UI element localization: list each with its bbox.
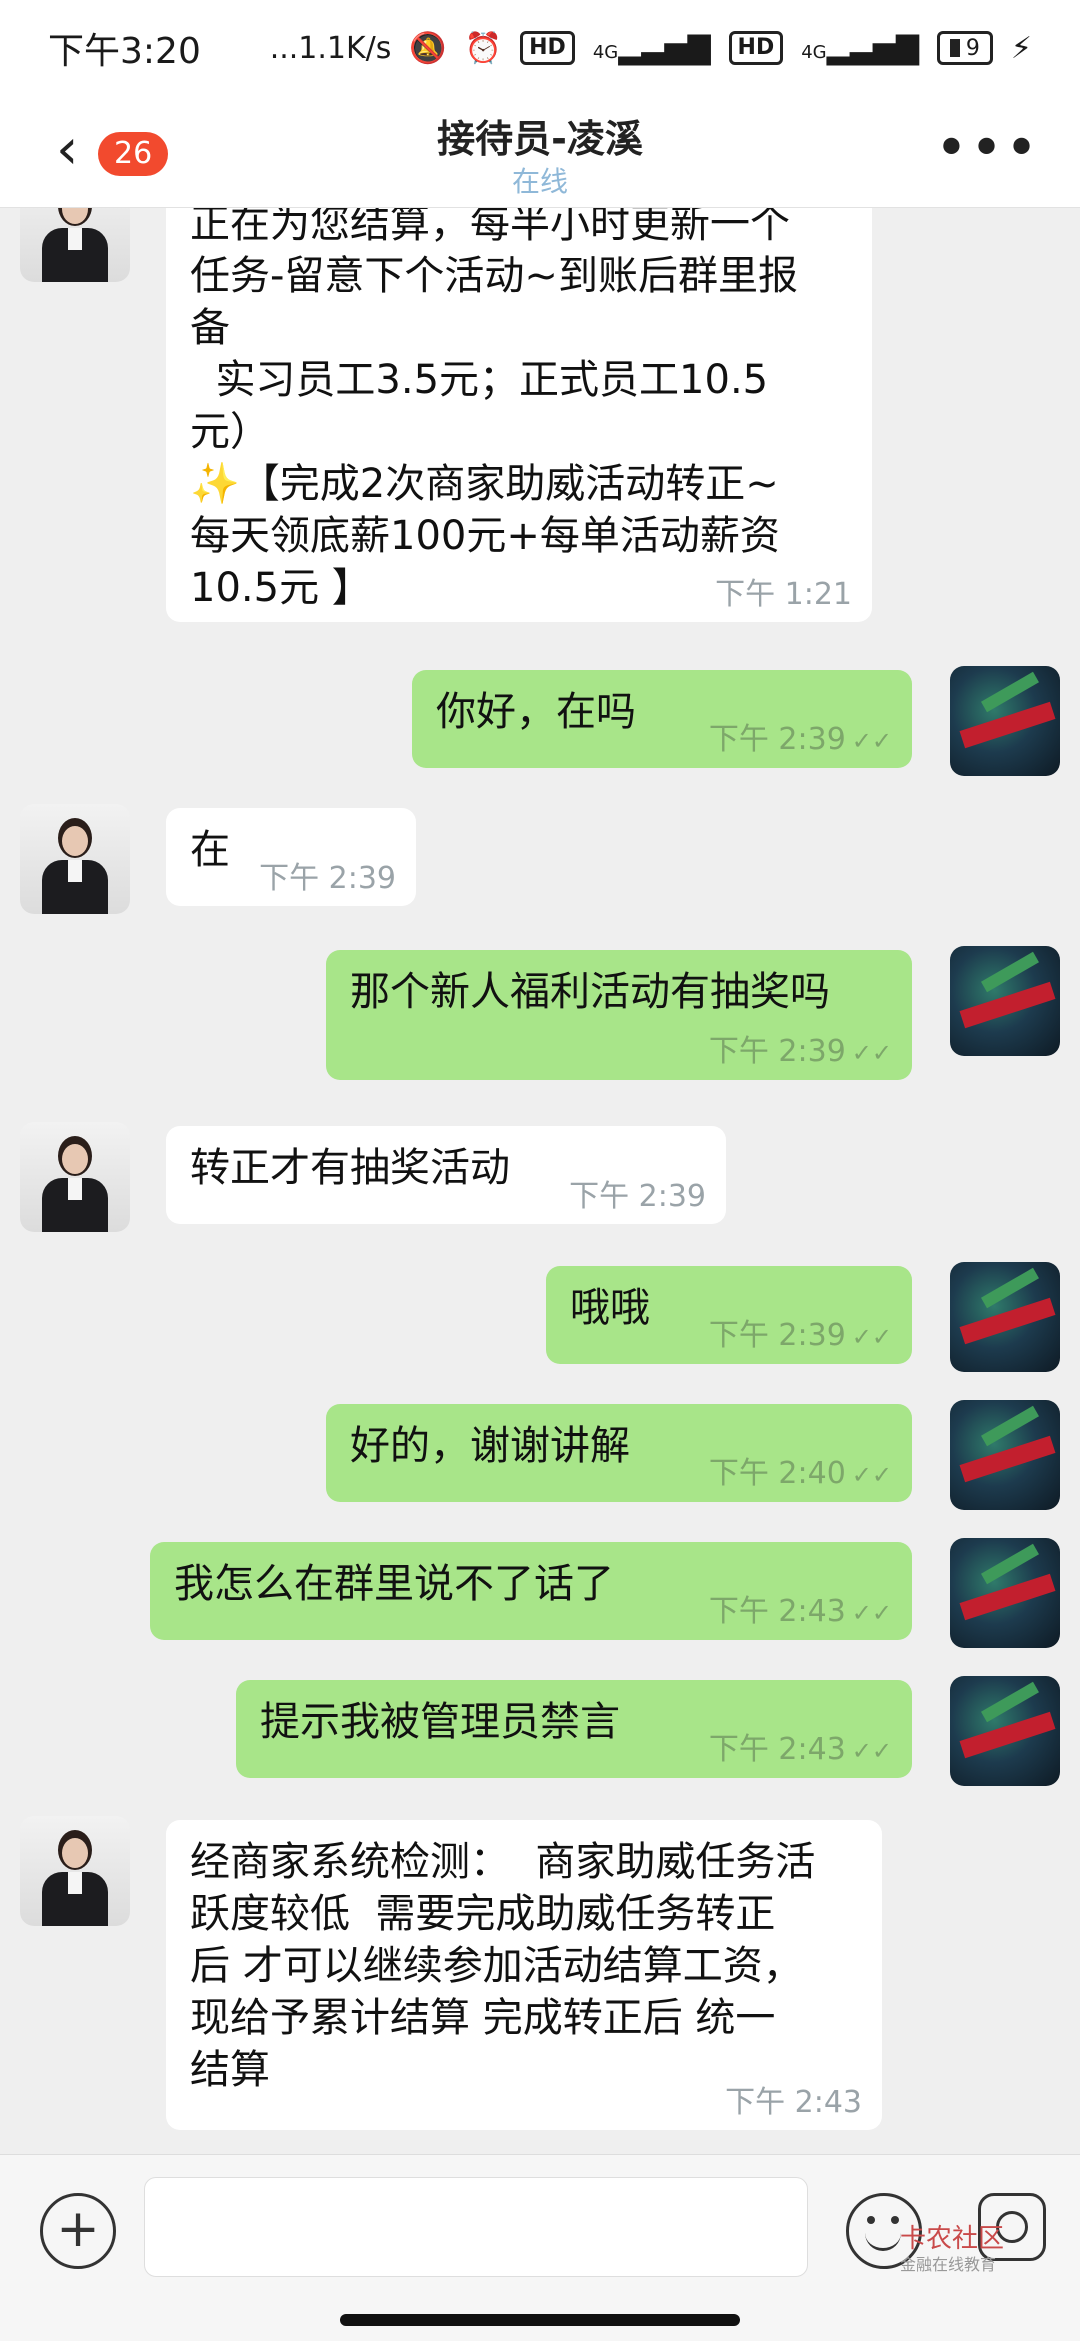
signal-icon-2: 4G▂▃▅▇	[801, 30, 919, 66]
message-meta: 下午 2:40 ✓✓	[708, 1456, 892, 1491]
message-input[interactable]	[144, 2177, 808, 2277]
agent-avatar[interactable]	[20, 1816, 130, 1926]
read-ticks-icon: ✓✓	[851, 1039, 892, 1067]
mute-icon: 🔕	[409, 30, 447, 66]
message-bubble[interactable]: 那个新人福利活动有抽奖吗 下午 2:39 ✓✓	[326, 950, 912, 1080]
agent-avatar[interactable]	[20, 1122, 130, 1232]
user-avatar[interactable]	[950, 1538, 1060, 1648]
status-time: 下午3:20	[48, 31, 201, 72]
network-speed: ...1.1K/s	[269, 30, 392, 66]
watermark-logo: 卡农社区 金融在线教育	[900, 2224, 1005, 2274]
online-status: 在线	[511, 165, 568, 198]
message-meta: 下午 2:43 ✓✓	[708, 1732, 892, 1767]
message-list[interactable]: 正在为您结算，每半小时更新一个 任务-留意下个活动~到账后群里报 备 实习员工3…	[0, 208, 1080, 2154]
message-bubble[interactable]: 好的，谢谢讲解 下午 2:40 ✓✓	[326, 1404, 912, 1502]
message-text: 那个新人福利活动有抽奖吗	[350, 969, 830, 1015]
message-time: 下午 1:21	[715, 577, 852, 612]
battery-icon: 9	[936, 31, 993, 65]
read-ticks-icon: ✓✓	[851, 1737, 892, 1765]
status-bar: 下午3:20 ...1.1K/s 🔕 ⏰ HD 4G▂▃▅▇ HD 4G▂▃▅▇…	[0, 0, 1080, 96]
read-ticks-icon: ✓✓	[851, 1323, 892, 1351]
alarm-icon: ⏰	[464, 30, 503, 66]
message-meta: 下午 2:39 ✓✓	[708, 1034, 892, 1069]
user-avatar[interactable]	[950, 946, 1060, 1056]
message-bubble[interactable]: 经商家系统检测： 商家助威任务活 跃度较低 需要完成助威任务转正 后 才可以继续…	[166, 1820, 882, 2130]
message-bubble[interactable]: 你好，在吗 下午 2:39 ✓✓	[412, 670, 912, 768]
hd-badge-2: HD	[728, 31, 784, 65]
user-avatar[interactable]	[950, 1676, 1060, 1786]
agent-avatar[interactable]	[20, 208, 130, 282]
plus-circle-icon[interactable]: +	[40, 2193, 116, 2269]
message-bubble[interactable]: 在 下午 2:39	[166, 808, 416, 906]
status-icons: ...1.1K/s 🔕 ⏰ HD 4G▂▃▅▇ HD 4G▂▃▅▇ 9 ⚡	[270, 31, 1032, 66]
user-avatar[interactable]	[950, 1400, 1060, 1510]
user-avatar[interactable]	[950, 666, 1060, 776]
message-meta: 下午 2:43 ✓✓	[708, 1594, 892, 1629]
read-ticks-icon: ✓✓	[851, 1461, 892, 1489]
user-avatar[interactable]	[950, 1262, 1060, 1372]
chat-header: ‹ 26 接待员-凌溪 在线 •••	[0, 96, 1080, 208]
message-text: 经商家系统检测： 商家助威任务活 跃度较低 需要完成助威任务转正 后 才可以继续…	[190, 1839, 816, 2093]
more-icon[interactable]: •••	[935, 116, 1040, 181]
message-bubble[interactable]: 提示我被管理员禁言 下午 2:43 ✓✓	[236, 1680, 912, 1778]
message-time: 下午 2:39	[569, 1179, 706, 1214]
signal-icon: 4G▂▃▅▇	[592, 30, 711, 66]
hd-badge: HD	[520, 31, 575, 65]
home-indicator[interactable]	[340, 2314, 740, 2326]
charging-icon: ⚡	[1010, 30, 1032, 66]
message-bubble[interactable]: 我怎么在群里说不了话了 下午 2:43 ✓✓	[150, 1542, 912, 1640]
message-time: 下午 2:39	[259, 861, 396, 896]
read-ticks-icon: ✓✓	[851, 1599, 892, 1627]
message-bubble[interactable]: 正在为您结算，每半小时更新一个 任务-留意下个活动~到账后群里报 备 实习员工3…	[166, 208, 872, 622]
message-text: 正在为您结算，每半小时更新一个 任务-留意下个活动~到账后群里报 备 实习员工3…	[190, 208, 798, 611]
chat-title: 接待员-凌溪	[437, 117, 643, 161]
message-meta: 下午 2:39 ✓✓	[708, 1318, 892, 1353]
message-bubble[interactable]: 哦哦 下午 2:39 ✓✓	[546, 1266, 912, 1364]
message-bubble[interactable]: 转正才有抽奖活动 下午 2:39	[166, 1126, 726, 1224]
message-meta: 下午 2:39 ✓✓	[708, 722, 892, 757]
agent-avatar[interactable]	[20, 804, 130, 914]
message-time: 下午 2:43	[725, 2085, 862, 2120]
read-ticks-icon: ✓✓	[851, 727, 892, 755]
